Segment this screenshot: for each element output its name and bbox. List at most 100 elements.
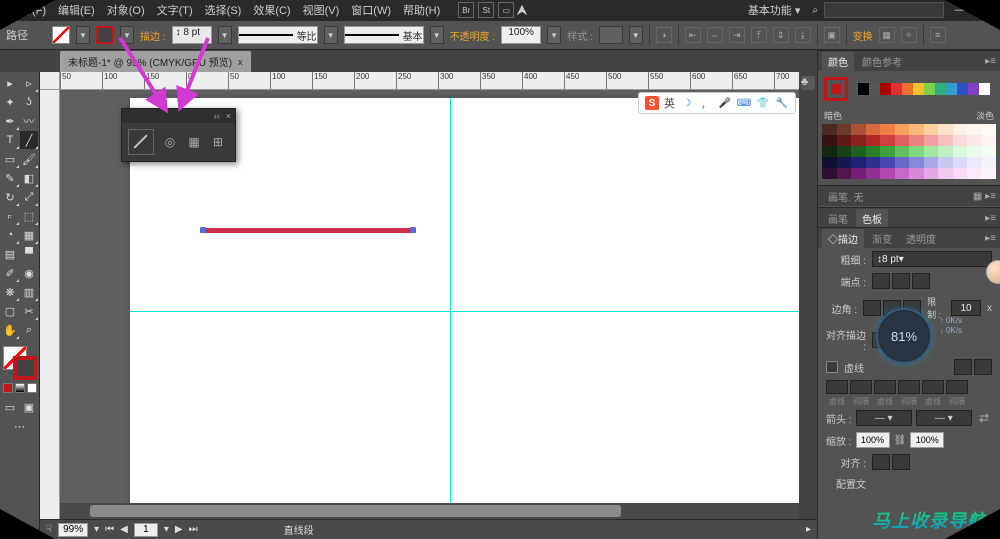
vertical-ruler[interactable] xyxy=(40,90,60,519)
align-top-icon[interactable]: ⤒ xyxy=(751,27,767,43)
screen-mode-normal[interactable]: ▭ xyxy=(1,398,19,416)
swatch[interactable] xyxy=(924,146,939,157)
zoom-dropdown-icon[interactable]: ▾ xyxy=(94,524,99,535)
swatch[interactable] xyxy=(822,168,837,179)
swatch[interactable] xyxy=(880,168,895,179)
swatch[interactable] xyxy=(851,157,866,168)
swatch[interactable] xyxy=(953,146,968,157)
menu-window[interactable]: 窗口(W) xyxy=(345,0,397,20)
dash-1[interactable] xyxy=(826,380,848,394)
corner-miter[interactable] xyxy=(863,300,881,316)
swatch[interactable] xyxy=(909,135,924,146)
swatch[interactable] xyxy=(982,146,997,157)
dash-2[interactable] xyxy=(874,380,896,394)
tab-swatches[interactable]: 色板 xyxy=(856,209,888,228)
curvature-tool[interactable]: 〰 xyxy=(20,112,38,130)
align-center-h-icon[interactable]: ⇔ xyxy=(707,27,723,43)
align-center-v-icon[interactable]: ⇕ xyxy=(773,27,789,43)
swatch[interactable] xyxy=(924,157,939,168)
floating-brush-panel[interactable]: ‹‹× ◎ ▦ ⊞ xyxy=(121,108,236,162)
miter-limit-field[interactable]: 10 xyxy=(951,300,981,316)
swatch[interactable] xyxy=(967,124,982,135)
swatch[interactable] xyxy=(837,168,852,179)
swatch[interactable] xyxy=(837,146,852,157)
horizontal-ruler[interactable]: 5010015005010015020025030035040045050055… xyxy=(60,72,817,90)
dashed-checkbox[interactable] xyxy=(826,361,838,373)
artboard-index-field[interactable]: 1 xyxy=(134,523,158,537)
menu-type[interactable]: 文字(T) xyxy=(151,0,199,20)
mic-icon[interactable]: 🎤 xyxy=(718,96,732,110)
artboard-next-icon[interactable]: ▶ xyxy=(175,524,183,535)
swatch[interactable] xyxy=(967,146,982,157)
screen-mode-full[interactable]: ▣ xyxy=(20,398,38,416)
ime-lang-toggle[interactable]: 英 xyxy=(664,95,675,111)
gap-1[interactable] xyxy=(850,380,872,394)
system-gauge[interactable]: 81% xyxy=(876,308,932,364)
tab-brushes2[interactable]: 画笔 xyxy=(822,209,854,228)
swatch[interactable] xyxy=(953,124,968,135)
feather-icon[interactable] xyxy=(514,2,530,18)
opacity-field[interactable]: 100% xyxy=(501,26,541,44)
swatch[interactable] xyxy=(851,146,866,157)
swatch[interactable] xyxy=(866,135,881,146)
swatch[interactable] xyxy=(837,157,852,168)
panel-close-icon[interactable]: × xyxy=(226,111,231,121)
slice-tool[interactable]: ✂ xyxy=(20,302,38,320)
swatch[interactable] xyxy=(953,157,968,168)
rectangle-tool[interactable]: ▭ xyxy=(1,150,19,168)
edit-toolbar-icon[interactable]: ⋯ xyxy=(11,417,29,435)
wrench-icon[interactable]: 🔧 xyxy=(775,96,789,110)
swatch[interactable] xyxy=(895,157,910,168)
guide-vertical[interactable] xyxy=(450,98,451,503)
zoom-level-field[interactable]: 99% xyxy=(58,523,88,537)
artboard-dropdown-icon[interactable]: ▾ xyxy=(164,524,169,535)
artboard-tool[interactable]: ▢ xyxy=(1,302,19,320)
anchor-point-start[interactable] xyxy=(200,227,206,233)
selection-tool[interactable]: ▸ xyxy=(1,74,19,92)
rotate-tool[interactable]: ↻ xyxy=(1,188,19,206)
dock-icon[interactable]: ♣ xyxy=(801,76,815,90)
artboard-prev-icon[interactable]: ◀ xyxy=(120,524,128,535)
swatch[interactable] xyxy=(895,168,910,179)
align-bottom-icon[interactable]: ⤓ xyxy=(795,27,811,43)
panel-menu-icon[interactable]: ▸≡ xyxy=(981,56,1000,67)
swatch[interactable] xyxy=(982,124,997,135)
eraser-tool[interactable]: ◧ xyxy=(20,169,38,187)
color-mode-gradient[interactable] xyxy=(15,383,25,393)
cap-round[interactable] xyxy=(892,273,910,289)
swatch[interactable] xyxy=(938,124,953,135)
dash-3[interactable] xyxy=(922,380,944,394)
width-tool[interactable]: ⟔ xyxy=(1,207,19,225)
ruler-origin[interactable] xyxy=(40,72,60,90)
artboard-next-last-icon[interactable]: ⏭ xyxy=(189,524,198,535)
free-transform-tool[interactable]: ⬚ xyxy=(20,207,38,225)
swatch[interactable] xyxy=(880,157,895,168)
swatch[interactable] xyxy=(866,124,881,135)
variable-width-profile[interactable]: 等比 xyxy=(238,26,318,44)
grid-icon[interactable]: ▦ xyxy=(186,134,202,150)
perspective-grid-tool[interactable]: ▦ xyxy=(20,226,38,244)
swatch[interactable] xyxy=(938,146,953,157)
swatch[interactable] xyxy=(967,135,982,146)
swatch[interactable] xyxy=(880,135,895,146)
keyboard-icon[interactable]: ⌨ xyxy=(737,96,751,110)
stroke-weight-field[interactable]: ↕ 8 pt xyxy=(172,26,212,44)
swatch[interactable] xyxy=(866,157,881,168)
stroke-color-swatch[interactable] xyxy=(13,356,37,380)
swatch[interactable] xyxy=(967,157,982,168)
dash-preserve[interactable] xyxy=(954,359,972,375)
color-mode-solid[interactable] xyxy=(3,383,13,393)
paintbrush-tool[interactable]: 🖌 xyxy=(20,150,38,168)
swatch[interactable] xyxy=(851,168,866,179)
swatch[interactable] xyxy=(982,157,997,168)
arrow-align-tip[interactable] xyxy=(872,454,890,470)
panel-menu-icon[interactable]: ▦ ▸≡ xyxy=(969,191,1000,202)
cap-butt[interactable] xyxy=(872,273,890,289)
swatch[interactable] xyxy=(880,146,895,157)
profile-dropdown-icon[interactable]: ▼ xyxy=(324,26,338,44)
menu-effect[interactable]: 效果(C) xyxy=(247,0,296,20)
swatch[interactable] xyxy=(895,146,910,157)
swatch[interactable] xyxy=(938,135,953,146)
mesh-tool[interactable]: ▤ xyxy=(1,245,19,263)
swatch[interactable] xyxy=(822,135,837,146)
